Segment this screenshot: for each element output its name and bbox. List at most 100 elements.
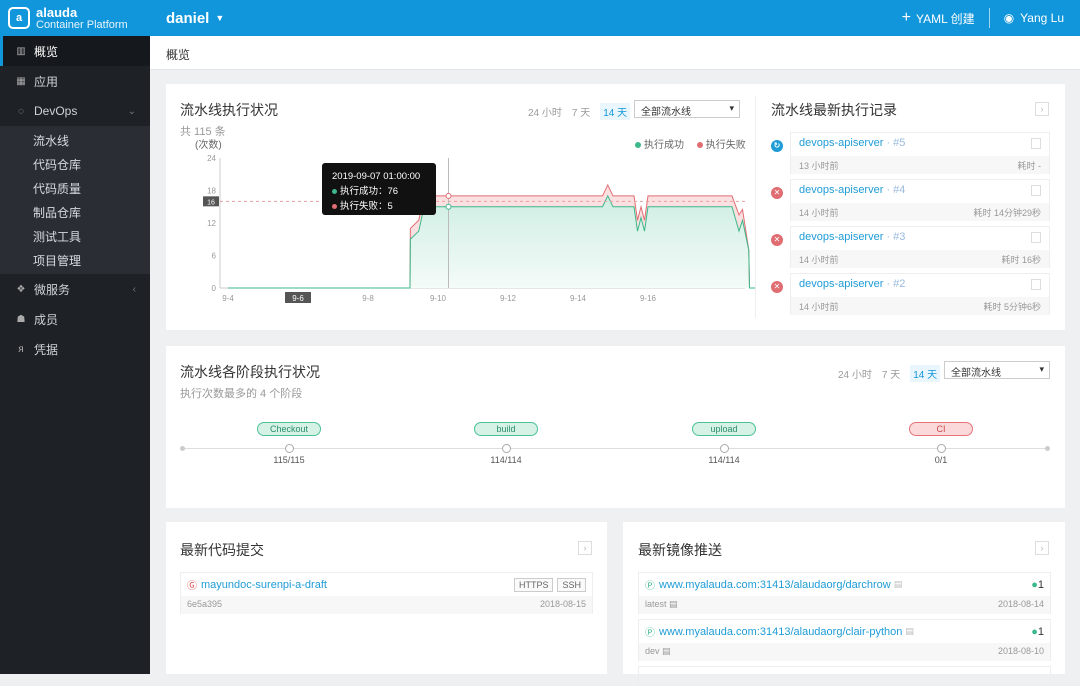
record-pipeline-link[interactable]: devops-apiserver xyxy=(799,184,883,196)
image-icon: Ⓟ xyxy=(645,628,655,639)
range-14d[interactable]: 14 天 xyxy=(600,103,631,120)
chart-tooltip: 2019-09-07 01:00:00 执行成功：76 执行失败：5 xyxy=(322,163,436,215)
sidebar-item-credentials[interactable]: ᴙ 凭据 xyxy=(0,334,150,364)
log-icon[interactable] xyxy=(1031,279,1041,290)
stage-node[interactable] xyxy=(720,444,729,453)
hover-point-fail xyxy=(445,192,452,199)
x-tick-label: 9-14 xyxy=(570,294,587,303)
failed-status-icon: ✕ xyxy=(771,234,783,246)
sidebar-item-label: DevOps xyxy=(34,104,78,118)
commit-repo-link[interactable]: mayundoc-surenpi-a-draft xyxy=(201,579,327,591)
sidebar-item-test-tools[interactable]: 测试工具 xyxy=(0,224,150,248)
more-arrow-icon[interactable]: › xyxy=(1035,541,1049,555)
record-time: 14 小时前 xyxy=(799,208,839,218)
log-icon[interactable] xyxy=(1031,138,1041,149)
ssh-button[interactable]: SSH xyxy=(557,577,586,592)
log-icon[interactable] xyxy=(1031,232,1041,243)
record-pipeline-link[interactable]: devops-apiserver xyxy=(799,231,883,243)
execution-record[interactable]: devops-apiserver · #5 13 小时前 耗时 - xyxy=(790,132,1050,174)
breadcrumb: 概览 xyxy=(150,36,1080,70)
pipeline-select[interactable]: 全部流水线 xyxy=(634,100,740,118)
tooltip-fail-label: 执行失败： xyxy=(340,201,388,212)
sidebar-item-label: 代码质量 xyxy=(33,181,82,196)
copy-icon[interactable]: ▤ xyxy=(669,599,678,609)
circle-icon: ◌ xyxy=(18,105,24,117)
range-7d[interactable]: 7 天 xyxy=(572,104,590,119)
execution-record[interactable]: devops-apiserver · #2 14 小时前 耗时 5分钟6秒 xyxy=(790,273,1050,315)
y-tick-label: 0 xyxy=(212,284,217,293)
stage-label[interactable]: Checkout xyxy=(257,422,321,436)
https-button[interactable]: HTTPS xyxy=(513,577,554,592)
range-7d[interactable]: 7 天 xyxy=(882,366,900,381)
stage-node[interactable] xyxy=(937,444,946,453)
copy-icon[interactable]: ▤ xyxy=(905,626,914,637)
sidebar-item-label: 应用 xyxy=(34,74,59,89)
yaml-create-button[interactable]: YAML 创建 xyxy=(916,10,975,27)
stage-label[interactable]: CI xyxy=(909,422,973,436)
time-range-tabs: 24 小时 7 天 14 天 xyxy=(838,365,941,382)
divider xyxy=(988,8,990,28)
log-icon[interactable] xyxy=(1031,185,1041,196)
copy-icon[interactable]: ▤ xyxy=(894,579,903,590)
record-duration: 耗时 5分钟6秒 xyxy=(983,302,1041,312)
tag-icon: ● xyxy=(1031,578,1038,591)
chevron-left-icon: ‹ xyxy=(132,283,136,295)
tooltip-fail-dot xyxy=(332,204,337,209)
chart-legend: 执行成功 执行失败 xyxy=(635,136,746,151)
failed-status-icon: ✕ xyxy=(771,187,783,199)
devops-submenu: 流水线 代码仓库 代码质量 制品仓库 测试工具 项目管理 xyxy=(0,126,150,274)
sidebar-item-apps[interactable]: ▦ 应用 xyxy=(0,66,150,96)
more-arrow-icon[interactable]: › xyxy=(1035,102,1049,116)
stage-status-header: 流水线各阶段执行状况 执行次数最多的 4 个阶段 xyxy=(180,362,320,401)
copy-icon[interactable]: ▤ xyxy=(662,646,671,656)
sidebar-item-code-repo[interactable]: 代码仓库 xyxy=(0,152,150,176)
stage-node[interactable] xyxy=(285,444,294,453)
sidebar-item-code-quality[interactable]: 代码质量 xyxy=(0,176,150,200)
pipeline-area-chart[interactable]: 0 6 12 18 24 9-4 9-6 9-8 9-10 9-12 9-14 9-16 16 xyxy=(195,150,755,310)
x-tick-label: 9-6 xyxy=(292,294,304,303)
running-status-icon: ↻ xyxy=(771,140,783,152)
image-repo-link[interactable]: www.myalauda.com:31413/alaudaorg/clair-p… xyxy=(659,626,902,638)
stage-timeline xyxy=(183,448,1047,449)
range-14d[interactable]: 14 天 xyxy=(910,365,941,382)
execution-record[interactable]: devops-apiserver · #3 14 小时前 耗时 16秒 xyxy=(790,226,1050,268)
tooltip-time: 2019-09-07 01:00:00 xyxy=(332,171,421,182)
record-pipeline-link[interactable]: devops-apiserver xyxy=(799,278,883,290)
record-pipeline-link[interactable]: devops-apiserver xyxy=(799,137,883,149)
image-date: 2018-08-10 xyxy=(997,646,1044,656)
sidebar-item-overview[interactable]: ▥ 概览 xyxy=(0,36,150,66)
bar-chart-icon: ▥ xyxy=(16,45,26,57)
sidebar-item-devops[interactable]: ◌ DevOps ⌄ xyxy=(0,96,150,126)
pipeline-select[interactable]: 全部流水线 xyxy=(944,361,1050,379)
range-24h[interactable]: 24 小时 xyxy=(528,104,562,119)
stage-label[interactable]: build xyxy=(474,422,538,436)
image-repo-link[interactable]: www.myalauda.com:31413/alaudaorg/darchro… xyxy=(659,579,891,591)
project-switcher[interactable]: daniel xyxy=(166,10,209,27)
sidebar-item-artifacts[interactable]: 制品仓库 xyxy=(0,200,150,224)
sidebar-item-label: 代码仓库 xyxy=(33,157,82,172)
stage-label[interactable]: upload xyxy=(692,422,756,436)
user-menu[interactable]: Yang Lu xyxy=(1020,11,1064,25)
records-title: 流水线最新执行记录 xyxy=(771,102,897,118)
sidebar-item-microservices[interactable]: ❖ 微服务 ‹ xyxy=(0,274,150,304)
image-date: 2018-08-14 xyxy=(997,599,1044,609)
stage-count: 0/1 xyxy=(934,455,948,465)
logo-icon: a xyxy=(8,7,30,29)
tooltip-success-value: 76 xyxy=(387,186,399,197)
grid-icon: ▦ xyxy=(16,75,26,87)
tag-icon: ● xyxy=(1031,625,1038,638)
stage-count: 114/114 xyxy=(490,455,522,465)
execution-record[interactable]: devops-apiserver · #4 14 小时前 耗时 14分钟29秒 xyxy=(790,179,1050,221)
stage-node[interactable] xyxy=(502,444,511,453)
y-tick-label: 6 xyxy=(212,252,217,261)
y-unit-label: (次数) xyxy=(195,140,222,151)
plus-icon: + xyxy=(901,9,911,26)
brand-logo[interactable]: a alauda Container Platform xyxy=(0,0,150,36)
more-arrow-icon[interactable]: › xyxy=(578,541,592,555)
caret-down-icon[interactable]: ▼ xyxy=(215,13,224,23)
sidebar-item-pipeline[interactable]: 流水线 xyxy=(0,128,150,152)
sidebar-item-projects[interactable]: 项目管理 xyxy=(0,248,150,272)
crosshair-y-label: 16 xyxy=(207,199,215,206)
sidebar-item-members[interactable]: ☗ 成员 xyxy=(0,304,150,334)
range-24h[interactable]: 24 小时 xyxy=(838,366,872,381)
